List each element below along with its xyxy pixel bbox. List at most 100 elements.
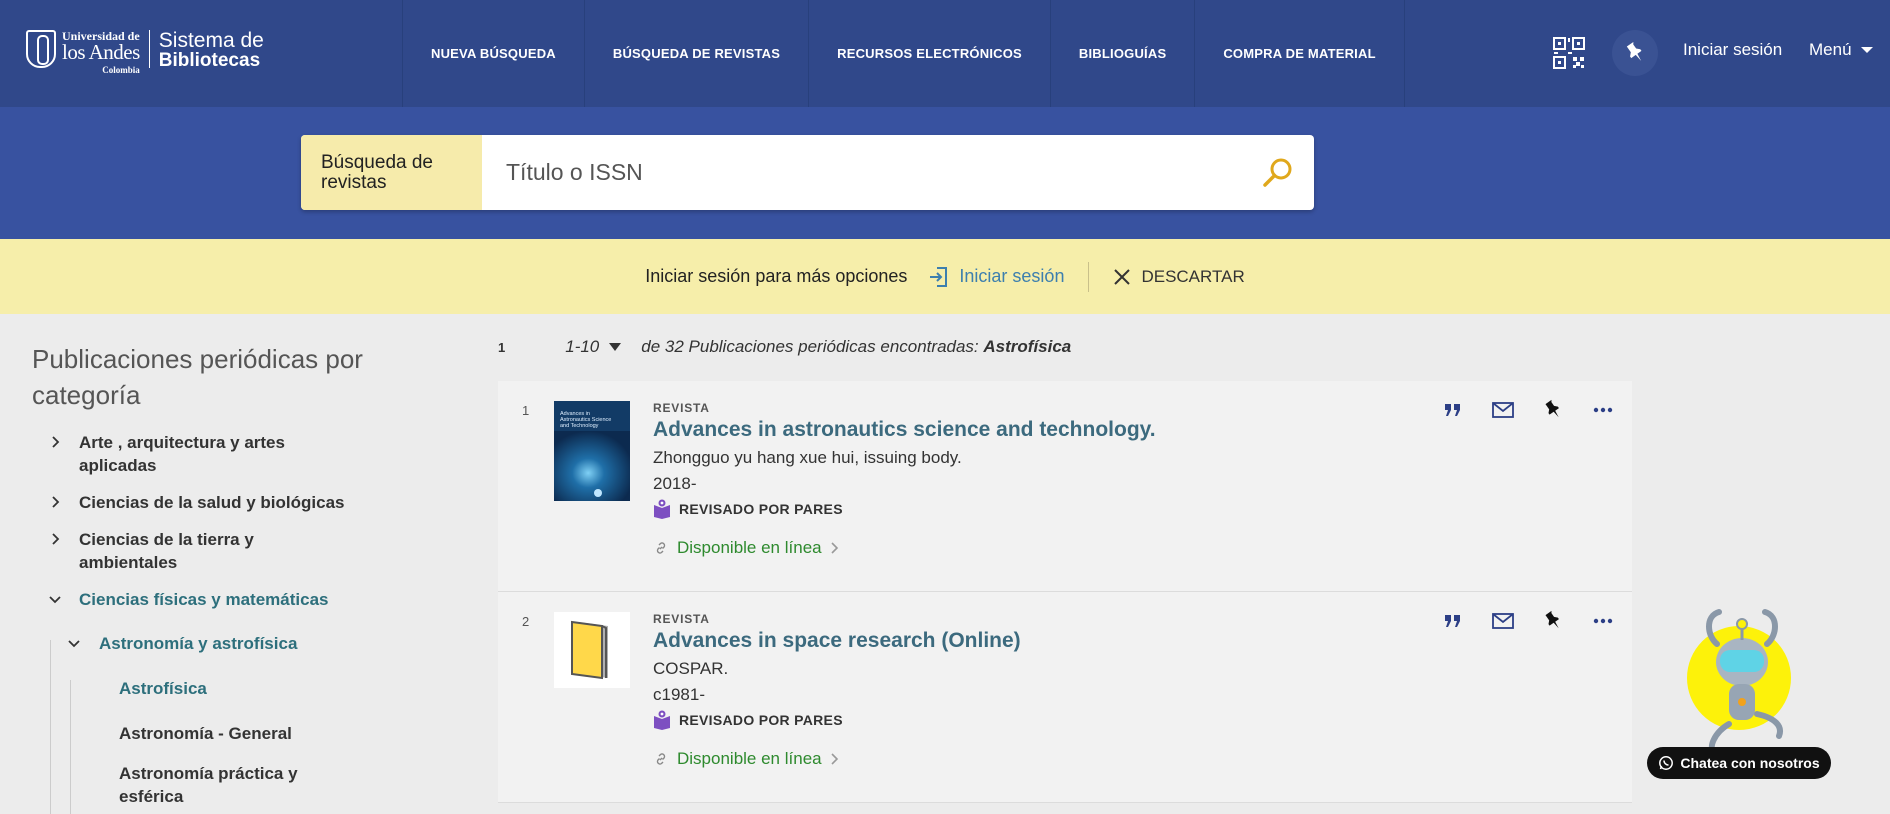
logo-university-line2: los Andes (62, 40, 140, 64)
library-system-name: Sistema de Bibliotecas (159, 30, 264, 70)
leaf-astronomy-general[interactable]: Astronomía - General (32, 722, 332, 745)
pinned-items-button[interactable] (1612, 30, 1658, 76)
peer-reviewed-label: REVISADO POR PARES (679, 501, 843, 517)
email-button[interactable] (1490, 397, 1516, 423)
envelope-icon (1492, 613, 1514, 629)
login-banner: Iniciar sesión para más opciones Iniciar… (0, 239, 1890, 314)
more-horizontal-icon (1593, 407, 1613, 413)
result-title-link[interactable]: Advances in astronautics science and tec… (653, 418, 1156, 442)
banner-sign-in-label: Iniciar sesión (959, 266, 1065, 286)
chevron-right-icon (52, 496, 60, 508)
category-sidebar: Publicaciones periódicas por categoría A… (32, 341, 392, 808)
pin-icon (1626, 41, 1642, 61)
main-nav: NUEVA BÚSQUEDA BÚSQUEDA DE REVISTAS RECU… (402, 0, 1405, 107)
search-button[interactable] (1242, 135, 1314, 210)
category-label: Ciencias físicas y matemáticas (79, 590, 329, 609)
results-summary: 1 1-10 de 32 Publicaciones periódicas en… (498, 337, 1071, 357)
nav-journal-search[interactable]: BÚSQUEDA DE REVISTAS (583, 0, 808, 107)
result-actions (1440, 608, 1616, 634)
journal-cover-thumbnail[interactable]: Advances in Astronautics Science and Tec… (554, 401, 630, 501)
category-physical-math[interactable]: Ciencias físicas y matemáticas (32, 588, 352, 611)
subcategory-label: Astronomía y astrofísica (99, 634, 298, 653)
category-earth-environmental[interactable]: Ciencias de la tierra y ambientales (32, 528, 352, 574)
library-logo[interactable]: Universidad de los Andes Colombia Sistem… (26, 30, 264, 80)
results-count-text: de 32 Publicaciones periódicas encontrad… (641, 337, 1071, 357)
top-navigation-bar: Universidad de los Andes Colombia Sistem… (0, 0, 1890, 107)
search-scope-label[interactable]: Búsqueda de revistas (301, 135, 482, 210)
close-icon (1114, 268, 1131, 285)
more-actions-button[interactable] (1590, 608, 1616, 634)
more-actions-button[interactable] (1590, 397, 1616, 423)
banner-sign-in-link[interactable]: Iniciar sesión (927, 265, 1064, 289)
category-list: Arte , arquitectura y artes aplicadas Ci… (32, 431, 392, 808)
cite-button[interactable] (1440, 397, 1466, 423)
university-name: Universidad de los Andes Colombia (62, 30, 140, 75)
result-author: Zhongguo yu hang xue hui, issuing body. (653, 448, 962, 467)
result-title-link[interactable]: Advances in space research (Online) (653, 629, 1021, 653)
nav-material-purchase[interactable]: COMPRA DE MATERIAL (1194, 0, 1405, 107)
chat-label: Chatea con nosotros (1680, 755, 1820, 771)
result-author: COSPAR. (653, 659, 729, 678)
chevron-right-icon (831, 753, 838, 765)
result-number: 2 (522, 614, 530, 629)
results-range-label: 1-10 (565, 337, 600, 356)
top-menu-button[interactable]: Menú (1809, 40, 1874, 60)
peer-reviewed-icon (654, 499, 670, 519)
journal-generic-thumbnail[interactable] (554, 612, 630, 712)
robot-mascot-icon (1706, 609, 1783, 754)
chat-widget[interactable]: Chatea con nosotros (1647, 604, 1831, 780)
nav-library-guides[interactable]: BIBLIOGUÍAS (1049, 0, 1194, 107)
whatsapp-icon (1659, 756, 1674, 770)
nav-electronic-resources[interactable]: RECURSOS ELECTRÓNICOS (808, 0, 1050, 107)
chevron-right-icon (52, 533, 60, 545)
peer-reviewed-icon (654, 710, 670, 730)
qr-code-icon[interactable] (1552, 36, 1586, 70)
result-type: REVISTA (653, 612, 710, 626)
link-icon (656, 753, 666, 765)
result-type: REVISTA (653, 401, 710, 415)
link-icon (656, 542, 666, 554)
chevron-right-icon (831, 542, 838, 554)
category-health-biological[interactable]: Ciencias de la salud y biológicas (32, 491, 352, 514)
dismiss-banner-button[interactable]: DESCARTAR (1113, 267, 1245, 287)
leaf-astrophysics[interactable]: Astrofísica (32, 677, 332, 700)
journal-search-input[interactable] (482, 135, 1242, 210)
available-online-link[interactable]: Disponible en línea (653, 538, 840, 558)
category-label: Ciencias de la salud y biológicas (79, 493, 345, 512)
journal-search-box: Búsqueda de revistas (301, 135, 1314, 210)
envelope-icon (1492, 402, 1514, 418)
results-range-dropdown[interactable]: 1-10 (565, 337, 622, 357)
logo-system-line2: Bibliotecas (158, 50, 261, 71)
chevron-down-icon (68, 640, 80, 648)
top-sign-in-link[interactable]: Iniciar sesión (1683, 40, 1782, 60)
cite-button[interactable] (1440, 608, 1466, 634)
university-emblem-icon (26, 30, 56, 68)
search-icon (1263, 158, 1292, 187)
pin-icon (1545, 399, 1559, 418)
result-number: 1 (522, 403, 530, 418)
pin-result-button[interactable] (1540, 608, 1566, 634)
banner-message: Iniciar sesión para más opciones (645, 266, 908, 286)
available-online-link[interactable]: Disponible en línea (653, 749, 840, 769)
pin-result-button[interactable] (1540, 397, 1566, 423)
sign-in-icon (930, 266, 948, 287)
result-actions (1440, 397, 1616, 423)
chevron-right-icon (52, 436, 60, 448)
chat-with-us-button[interactable]: Chatea con nosotros (1647, 747, 1831, 779)
logo-divider (148, 30, 150, 68)
leaf-practical-spherical-astronomy[interactable]: Astronomía práctica y esférica (32, 762, 332, 808)
more-horizontal-icon (1593, 618, 1613, 624)
cover-title-line3: and Technology (560, 423, 599, 429)
peer-reviewed-label: REVISADO POR PARES (679, 712, 843, 728)
availability-label: Disponible en línea (677, 749, 822, 768)
search-band: Búsqueda de revistas (0, 107, 1890, 239)
category-art-architecture[interactable]: Arte , arquitectura y artes aplicadas (32, 431, 352, 477)
tree-guide-line (50, 640, 51, 814)
category-label: Arte , arquitectura y artes aplicadas (79, 433, 285, 475)
nav-new-search[interactable]: NUEVA BÚSQUEDA (402, 0, 584, 107)
peer-reviewed-badge: REVISADO POR PARES (653, 499, 843, 519)
subcategory-astronomy-astrophysics[interactable]: Astronomía y astrofísica (32, 632, 392, 655)
email-button[interactable] (1490, 608, 1516, 634)
quote-icon (1445, 404, 1460, 416)
logo-country: Colombia (102, 65, 140, 75)
